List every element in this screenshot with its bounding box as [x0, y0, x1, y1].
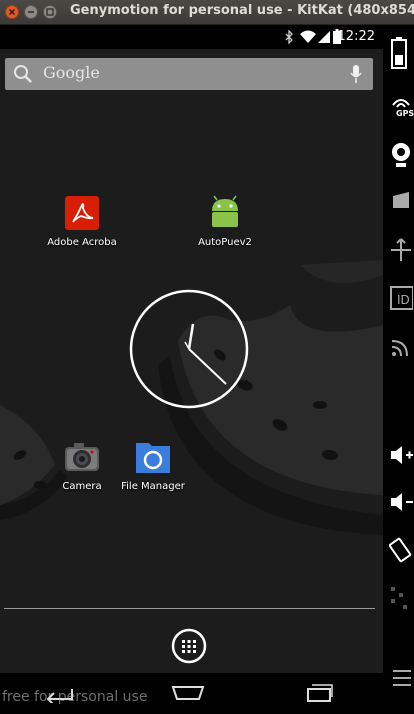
- window-maximize-button[interactable]: [43, 5, 57, 19]
- window-titlebar: Genymotion for personal use - KitKat (48…: [0, 0, 414, 25]
- window-title: Genymotion for personal use - KitKat (48…: [70, 3, 414, 18]
- rotate-icon[interactable]: [389, 237, 413, 263]
- pixel-perfect-icon[interactable]: [389, 585, 413, 611]
- minimize-icon: [28, 11, 34, 13]
- genymotion-toolbar: GPS ID: [383, 25, 414, 714]
- app-drawer-icon: [171, 628, 207, 664]
- navigation-bar: [0, 673, 383, 714]
- volume-up-icon[interactable]: [389, 443, 413, 467]
- cast-icon[interactable]: [389, 333, 413, 359]
- bluetooth-icon: [285, 30, 293, 44]
- app-autopuev2[interactable]: AutoPuev2: [180, 195, 270, 248]
- back-icon[interactable]: [44, 683, 76, 703]
- signal-icon: [318, 31, 330, 43]
- home-icon[interactable]: [171, 683, 205, 703]
- battery-icon[interactable]: [389, 35, 409, 71]
- gps-label: GPS: [396, 109, 414, 118]
- webcam-icon[interactable]: [389, 141, 413, 169]
- window-minimize-button[interactable]: [24, 5, 38, 19]
- file-manager-icon: [135, 439, 171, 475]
- maximize-icon: [46, 8, 54, 16]
- window-close-button[interactable]: [5, 5, 19, 19]
- menu-icon[interactable]: [389, 665, 413, 691]
- app-label: Adobe Acroba: [47, 237, 117, 248]
- app-label: AutoPuev2: [198, 237, 252, 248]
- app-file-manager[interactable]: File Manager: [108, 439, 198, 492]
- app-adobe-acrobat[interactable]: Adobe Acroba: [37, 195, 127, 248]
- search-icon: [14, 65, 32, 83]
- id-icon[interactable]: ID: [389, 285, 413, 311]
- analog-clock-widget[interactable]: [129, 289, 249, 413]
- rotate-screen-icon[interactable]: [389, 537, 413, 563]
- clock-icon: [129, 289, 249, 409]
- remote-control-icon[interactable]: [389, 190, 413, 210]
- google-search-bar[interactable]: Google: [5, 58, 373, 90]
- status-time: 12:22: [337, 29, 375, 44]
- mic-icon[interactable]: [349, 64, 363, 84]
- recents-icon[interactable]: [304, 683, 334, 703]
- status-bar: 12:22: [0, 25, 383, 49]
- dock-divider: [4, 608, 375, 609]
- app-drawer-button[interactable]: [171, 628, 207, 668]
- search-placeholder: Google: [43, 63, 100, 82]
- camera-icon: [64, 439, 100, 475]
- adobe-acrobat-icon: [64, 195, 100, 231]
- android-screen: 12:22 Google Adobe Acroba AutoPuev2 Came…: [0, 25, 383, 714]
- volume-down-icon[interactable]: [389, 490, 413, 514]
- close-icon: [8, 8, 16, 16]
- wifi-icon: [300, 30, 316, 43]
- svg-text:ID: ID: [397, 293, 410, 307]
- app-label: File Manager: [121, 481, 185, 492]
- android-icon: [207, 195, 243, 231]
